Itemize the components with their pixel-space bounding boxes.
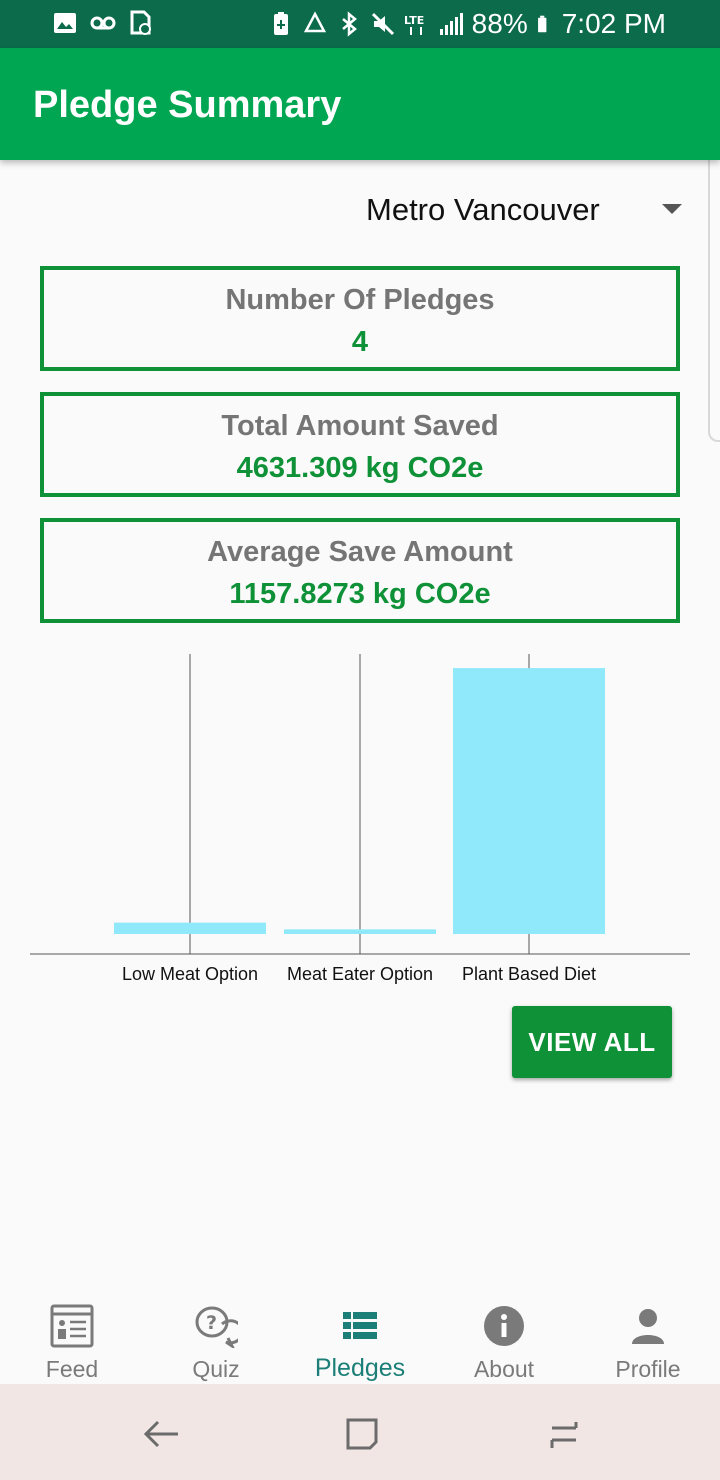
feed-icon xyxy=(50,1304,94,1348)
status-icons-right: LTE 88% 7:02 PM xyxy=(268,8,666,40)
bottom-navigation: Feed ? Quiz Pledges About Profile xyxy=(0,1290,720,1384)
nav-label: Quiz xyxy=(192,1356,240,1382)
stat-value: 4 xyxy=(351,326,369,358)
status-bar: LTE 88% 7:02 PM xyxy=(0,0,720,48)
chart-category-label: Plant Based Diet xyxy=(462,964,596,984)
chevron-down-icon xyxy=(662,204,682,214)
sim-clock-icon xyxy=(130,10,151,35)
person-icon xyxy=(632,1309,664,1344)
region-selected-value: Metro Vancouver xyxy=(366,192,600,227)
status-icons-left xyxy=(52,10,154,36)
stat-card-total-saved: Total Amount Saved 4631.309 kg CO2e xyxy=(40,392,680,497)
chart-bar xyxy=(453,668,605,934)
pledges-icon xyxy=(343,1312,377,1339)
system-navigation-bar xyxy=(0,1384,720,1480)
home-icon[interactable] xyxy=(340,1412,384,1456)
recycle-icon xyxy=(303,11,326,33)
battery-icon xyxy=(537,15,547,33)
voicemail-icon xyxy=(90,16,116,30)
clock: 7:02 PM xyxy=(561,8,666,39)
stat-card-pledges: Number Of Pledges 4 xyxy=(40,266,680,371)
view-all-button[interactable]: VIEW ALL xyxy=(512,1006,672,1078)
bluetooth-icon xyxy=(341,11,357,37)
app-bar: Pledge Summary xyxy=(0,48,720,160)
chart-bar xyxy=(284,929,436,934)
stat-value: 4631.309 kg CO2e xyxy=(236,452,484,484)
stat-label: Average Save Amount xyxy=(207,536,513,568)
nav-item-quiz[interactable]: ? Quiz xyxy=(144,1290,288,1384)
nav-item-about[interactable]: About xyxy=(432,1290,576,1384)
nav-label: Pledges xyxy=(314,1354,406,1382)
chart-bar xyxy=(114,922,266,934)
region-dropdown[interactable]: Metro Vancouver xyxy=(350,186,690,234)
back-icon[interactable] xyxy=(140,1412,184,1456)
image-icon xyxy=(54,13,76,33)
scroll-edge xyxy=(708,146,720,442)
stat-card-average-save: Average Save Amount 1157.8273 kg CO2e xyxy=(40,518,680,623)
svg-text:LTE: LTE xyxy=(404,14,424,27)
nav-item-pledges[interactable]: Pledges xyxy=(288,1290,432,1384)
page-title: Pledge Summary xyxy=(33,84,342,126)
chart-category-label: Low Meat Option xyxy=(122,964,258,984)
pledge-bar-chart: Low Meat Option Meat Eater Option Plant Ba… xyxy=(30,654,690,984)
svg-text:?: ? xyxy=(206,1312,217,1334)
battery-percent: 88% xyxy=(471,8,528,39)
nav-label: Profile xyxy=(615,1356,681,1382)
battery-saver-icon xyxy=(273,12,288,35)
recent-apps-icon[interactable] xyxy=(542,1412,586,1456)
nav-item-feed[interactable]: Feed xyxy=(0,1290,144,1384)
stat-value: 1157.8273 kg CO2e xyxy=(229,578,491,610)
chart-category-label: Meat Eater Option xyxy=(287,964,433,984)
nav-label: Feed xyxy=(45,1356,99,1382)
stat-label: Total Amount Saved xyxy=(221,410,499,442)
nav-item-profile[interactable]: Profile xyxy=(576,1290,720,1384)
signal-icon xyxy=(439,13,463,35)
stat-label: Number Of Pledges xyxy=(225,284,495,316)
quiz-icon: ? xyxy=(195,1306,238,1348)
mute-icon xyxy=(371,12,394,36)
info-icon xyxy=(484,1306,524,1346)
lte-icon: LTE xyxy=(404,14,424,35)
nav-label: About xyxy=(473,1356,535,1382)
